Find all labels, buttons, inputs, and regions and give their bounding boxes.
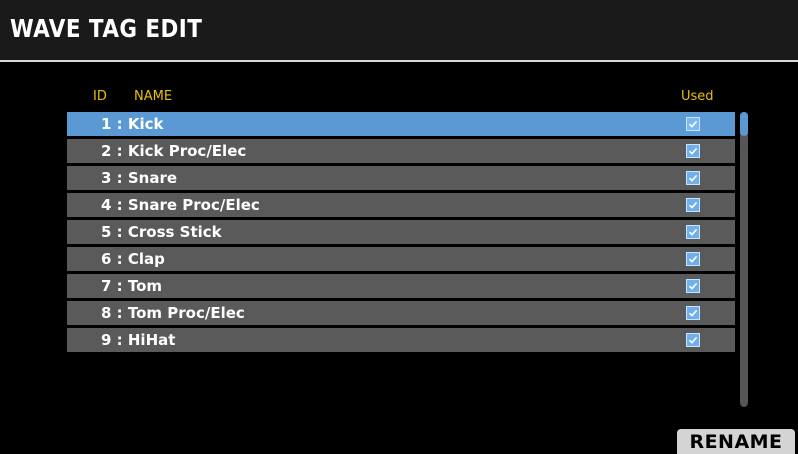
list-item-label: 9 : HiHat (101, 331, 176, 349)
checkbox-checked-icon[interactable] (686, 252, 700, 266)
list-item[interactable]: 9 : HiHat (67, 328, 735, 352)
list-item-label: 4 : Snare Proc/Elec (101, 196, 260, 214)
list-item[interactable]: 1 : Kick (67, 112, 735, 136)
list-item-label: 5 : Cross Stick (101, 223, 222, 241)
title-bar: WAVE TAG EDIT (0, 0, 798, 62)
list-item[interactable]: 3 : Snare (67, 166, 735, 190)
page-title: WAVE TAG EDIT (10, 14, 203, 43)
list-item-label: 7 : Tom (101, 277, 163, 295)
checkbox-checked-icon[interactable] (686, 198, 700, 212)
list-item[interactable]: 5 : Cross Stick (67, 220, 735, 244)
checkbox-checked-icon[interactable] (686, 306, 700, 320)
checkbox-checked-icon[interactable] (686, 225, 700, 239)
list-item[interactable]: 8 : Tom Proc/Elec (67, 301, 735, 325)
scrollbar-track[interactable] (740, 112, 748, 407)
list-item[interactable]: 7 : Tom (67, 274, 735, 298)
scrollbar-thumb[interactable] (740, 112, 748, 136)
column-header-used: Used (681, 89, 714, 104)
column-header-name: NAME (134, 89, 173, 104)
list-item-label: 8 : Tom Proc/Elec (101, 304, 245, 322)
column-header-id: ID (93, 89, 107, 104)
checkbox-checked-icon[interactable] (686, 279, 700, 293)
checkbox-checked-icon[interactable] (686, 333, 700, 347)
list-item-label: 3 : Snare (101, 169, 178, 187)
list-item[interactable]: 2 : Kick Proc/Elec (67, 139, 735, 163)
checkbox-checked-icon[interactable] (686, 171, 700, 185)
list-item-label: 6 : Clap (101, 250, 165, 268)
list-item[interactable]: 4 : Snare Proc/Elec (67, 193, 735, 217)
wave-tag-list: 1 : Kick 2 : Kick Proc/Elec 3 : Snare 4 … (67, 112, 735, 355)
wave-tag-edit-screen: WAVE TAG EDIT ID NAME Used 1 : Kick 2 : … (0, 0, 798, 454)
list-item-label: 1 : Kick (101, 115, 164, 133)
rename-button[interactable]: RENAME (677, 429, 795, 454)
checkbox-checked-icon[interactable] (686, 117, 700, 131)
checkbox-checked-icon[interactable] (686, 144, 700, 158)
list-item[interactable]: 6 : Clap (67, 247, 735, 271)
list-item-label: 2 : Kick Proc/Elec (101, 142, 247, 160)
